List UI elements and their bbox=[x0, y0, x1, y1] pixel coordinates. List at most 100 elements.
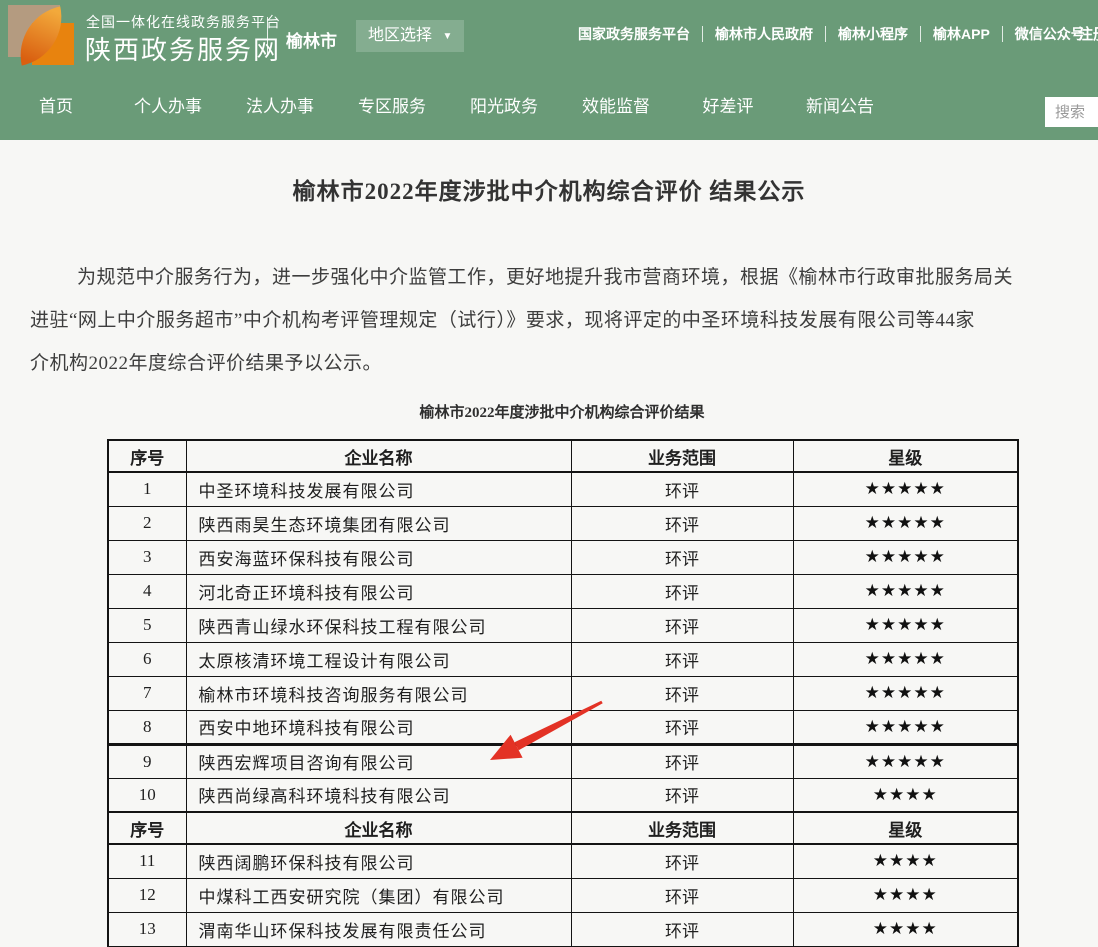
header-divider bbox=[267, 17, 268, 55]
site-header: 全国一体化在线政务服务平台 陕西政务服务网 榆林市 地区选择 ▼ 国家政务服务平… bbox=[0, 0, 1098, 140]
row-number: 5 bbox=[108, 608, 186, 642]
register-link[interactable]: 注册 bbox=[1078, 23, 1098, 44]
nav-item-7[interactable]: 新闻公告 bbox=[784, 77, 896, 140]
page-title: 榆林市2022年度涉批中介机构综合评价 结果公示 bbox=[0, 172, 1098, 206]
row-number: 1 bbox=[108, 472, 186, 506]
table-row: 13渭南华山环保科技发展有限责任公司环评★★★★ bbox=[108, 912, 1018, 946]
row-number: 6 bbox=[108, 642, 186, 676]
star-rating: ★★★★★ bbox=[793, 744, 1018, 778]
top-link-1[interactable]: 榆林市人民政府 bbox=[715, 24, 813, 44]
table-row: 8西安中地环境科技有限公司环评★★★★★ bbox=[108, 710, 1018, 744]
nav-item-4[interactable]: 阳光政务 bbox=[448, 77, 560, 140]
top-link-2[interactable]: 榆林小程序 bbox=[838, 24, 908, 44]
business-scope: 环评 bbox=[571, 778, 793, 812]
region-selector-button[interactable]: 地区选择 ▼ bbox=[356, 20, 464, 52]
region-selector-label: 地区选择 bbox=[368, 27, 432, 44]
company-name: 榆林市环境科技咨询服务有限公司 bbox=[186, 676, 571, 710]
company-name: 陕西尚绿高科环境科技有限公司 bbox=[186, 778, 571, 812]
table-row: 11陕西阔鹏环保科技有限公司环评★★★★ bbox=[108, 844, 1018, 878]
table-row: 4河北奇正环境科技有限公司环评★★★★★ bbox=[108, 574, 1018, 608]
link-separator bbox=[825, 26, 826, 42]
star-rating: ★★★★★ bbox=[793, 472, 1018, 506]
company-name: 渭南华山环保科技发展有限责任公司 bbox=[186, 912, 571, 946]
column-header-0: 序号 bbox=[108, 440, 186, 472]
business-scope: 环评 bbox=[571, 878, 793, 912]
main-nav: 首页个人办事法人办事专区服务阳光政务效能监督好差评新闻公告 bbox=[0, 77, 1098, 140]
top-link-0[interactable]: 国家政务服务平台 bbox=[578, 24, 690, 44]
current-city-label: 榆林市 bbox=[286, 27, 337, 52]
company-name: 陕西阔鹏环保科技有限公司 bbox=[186, 844, 571, 878]
column-header-3: 星级 bbox=[793, 440, 1018, 472]
table-row: 12中煤科工西安研究院（集团）有限公司环评★★★★ bbox=[108, 878, 1018, 912]
column-header-1: 企业名称 bbox=[186, 440, 571, 472]
business-scope: 环评 bbox=[571, 912, 793, 946]
nav-item-6[interactable]: 好差评 bbox=[672, 77, 784, 140]
chevron-down-icon: ▼ bbox=[442, 31, 452, 42]
table-header-row: 序号企业名称业务范围星级 bbox=[108, 812, 1018, 844]
top-link-4[interactable]: 微信公众号 bbox=[1015, 24, 1085, 44]
star-rating: ★★★★★ bbox=[793, 642, 1018, 676]
table-row: 5陕西青山绿水环保科技工程有限公司环评★★★★★ bbox=[108, 608, 1018, 642]
business-scope: 环评 bbox=[571, 744, 793, 778]
star-rating: ★★★★ bbox=[793, 778, 1018, 812]
business-scope: 环评 bbox=[571, 608, 793, 642]
nav-item-5[interactable]: 效能监督 bbox=[560, 77, 672, 140]
business-scope: 环评 bbox=[571, 472, 793, 506]
row-number: 8 bbox=[108, 710, 186, 744]
paragraph-line: 介机构2022年度综合评价结果予以公示。 bbox=[30, 342, 1098, 385]
row-number: 7 bbox=[108, 676, 186, 710]
nav-item-2[interactable]: 法人办事 bbox=[224, 77, 336, 140]
business-scope: 环评 bbox=[571, 574, 793, 608]
table-row: 1中圣环境科技发展有限公司环评★★★★★ bbox=[108, 472, 1018, 506]
star-rating: ★★★★★ bbox=[793, 710, 1018, 744]
top-links: 国家政务服务平台 榆林市人民政府 榆林小程序 榆林APP 微信公众号 bbox=[578, 24, 1085, 44]
company-name: 西安海蓝环保科技有限公司 bbox=[186, 540, 571, 574]
nav-item-3[interactable]: 专区服务 bbox=[336, 77, 448, 140]
star-rating: ★★★★★ bbox=[793, 676, 1018, 710]
nav-item-0[interactable]: 首页 bbox=[0, 77, 112, 140]
company-name: 陕西雨昊生态环境集团有限公司 bbox=[186, 506, 571, 540]
column-header-0: 序号 bbox=[108, 812, 186, 844]
row-number: 4 bbox=[108, 574, 186, 608]
company-name: 陕西青山绿水环保科技工程有限公司 bbox=[186, 608, 571, 642]
business-scope: 环评 bbox=[571, 506, 793, 540]
star-rating: ★★★★★ bbox=[793, 540, 1018, 574]
announcement-paragraph: 为规范中介服务行为，进一步强化中介监管工作，更好地提升我市营商环境，根据《榆林市… bbox=[30, 256, 1098, 385]
row-number: 2 bbox=[108, 506, 186, 540]
column-header-1: 企业名称 bbox=[186, 812, 571, 844]
star-rating: ★★★★★ bbox=[793, 574, 1018, 608]
table-row: 3西安海蓝环保科技有限公司环评★★★★★ bbox=[108, 540, 1018, 574]
site-logo bbox=[8, 5, 74, 65]
table-row: 2陕西雨昊生态环境集团有限公司环评★★★★★ bbox=[108, 506, 1018, 540]
link-separator bbox=[702, 26, 703, 42]
table-row: 10陕西尚绿高科环境科技有限公司环评★★★★ bbox=[108, 778, 1018, 812]
column-header-2: 业务范围 bbox=[571, 812, 793, 844]
site-name: 陕西政务服务网 bbox=[85, 30, 281, 67]
search-input[interactable] bbox=[1045, 97, 1098, 127]
star-rating: ★★★★ bbox=[793, 912, 1018, 946]
business-scope: 环评 bbox=[571, 642, 793, 676]
star-rating: ★★★★ bbox=[793, 878, 1018, 912]
company-name: 中煤科工西安研究院（集团）有限公司 bbox=[186, 878, 571, 912]
table-caption: 榆林市2022年度涉批中介机构综合评价结果 bbox=[107, 401, 1017, 422]
company-name: 西安中地环境科技有限公司 bbox=[186, 710, 571, 744]
company-name: 中圣环境科技发展有限公司 bbox=[186, 472, 571, 506]
nav-item-1[interactable]: 个人办事 bbox=[112, 77, 224, 140]
star-rating: ★★★★★ bbox=[793, 608, 1018, 642]
table-header-row: 序号企业名称业务范围星级 bbox=[108, 440, 1018, 472]
results-table: 序号企业名称业务范围星级1中圣环境科技发展有限公司环评★★★★★2陕西雨昊生态环… bbox=[107, 439, 1019, 947]
link-separator bbox=[920, 26, 921, 42]
business-scope: 环评 bbox=[571, 710, 793, 744]
top-link-3[interactable]: 榆林APP bbox=[933, 24, 990, 44]
paragraph-line: 进驻“网上中介服务超市”中介机构考评管理规定（试行）》要求，现将评定的中圣环境科… bbox=[30, 299, 1098, 342]
search-box bbox=[1045, 97, 1098, 127]
company-name: 太原核清环境工程设计有限公司 bbox=[186, 642, 571, 676]
table-row: 7榆林市环境科技咨询服务有限公司环评★★★★★ bbox=[108, 676, 1018, 710]
article: 榆林市2022年度涉批中介机构综合评价 结果公示 为规范中介服务行为，进一步强化… bbox=[0, 172, 1098, 947]
row-number: 11 bbox=[108, 844, 186, 878]
row-number: 3 bbox=[108, 540, 186, 574]
row-number: 10 bbox=[108, 778, 186, 812]
company-name: 河北奇正环境科技有限公司 bbox=[186, 574, 571, 608]
business-scope: 环评 bbox=[571, 844, 793, 878]
paragraph-line: 为规范中介服务行为，进一步强化中介监管工作，更好地提升我市营商环境，根据《榆林市… bbox=[30, 256, 1098, 299]
